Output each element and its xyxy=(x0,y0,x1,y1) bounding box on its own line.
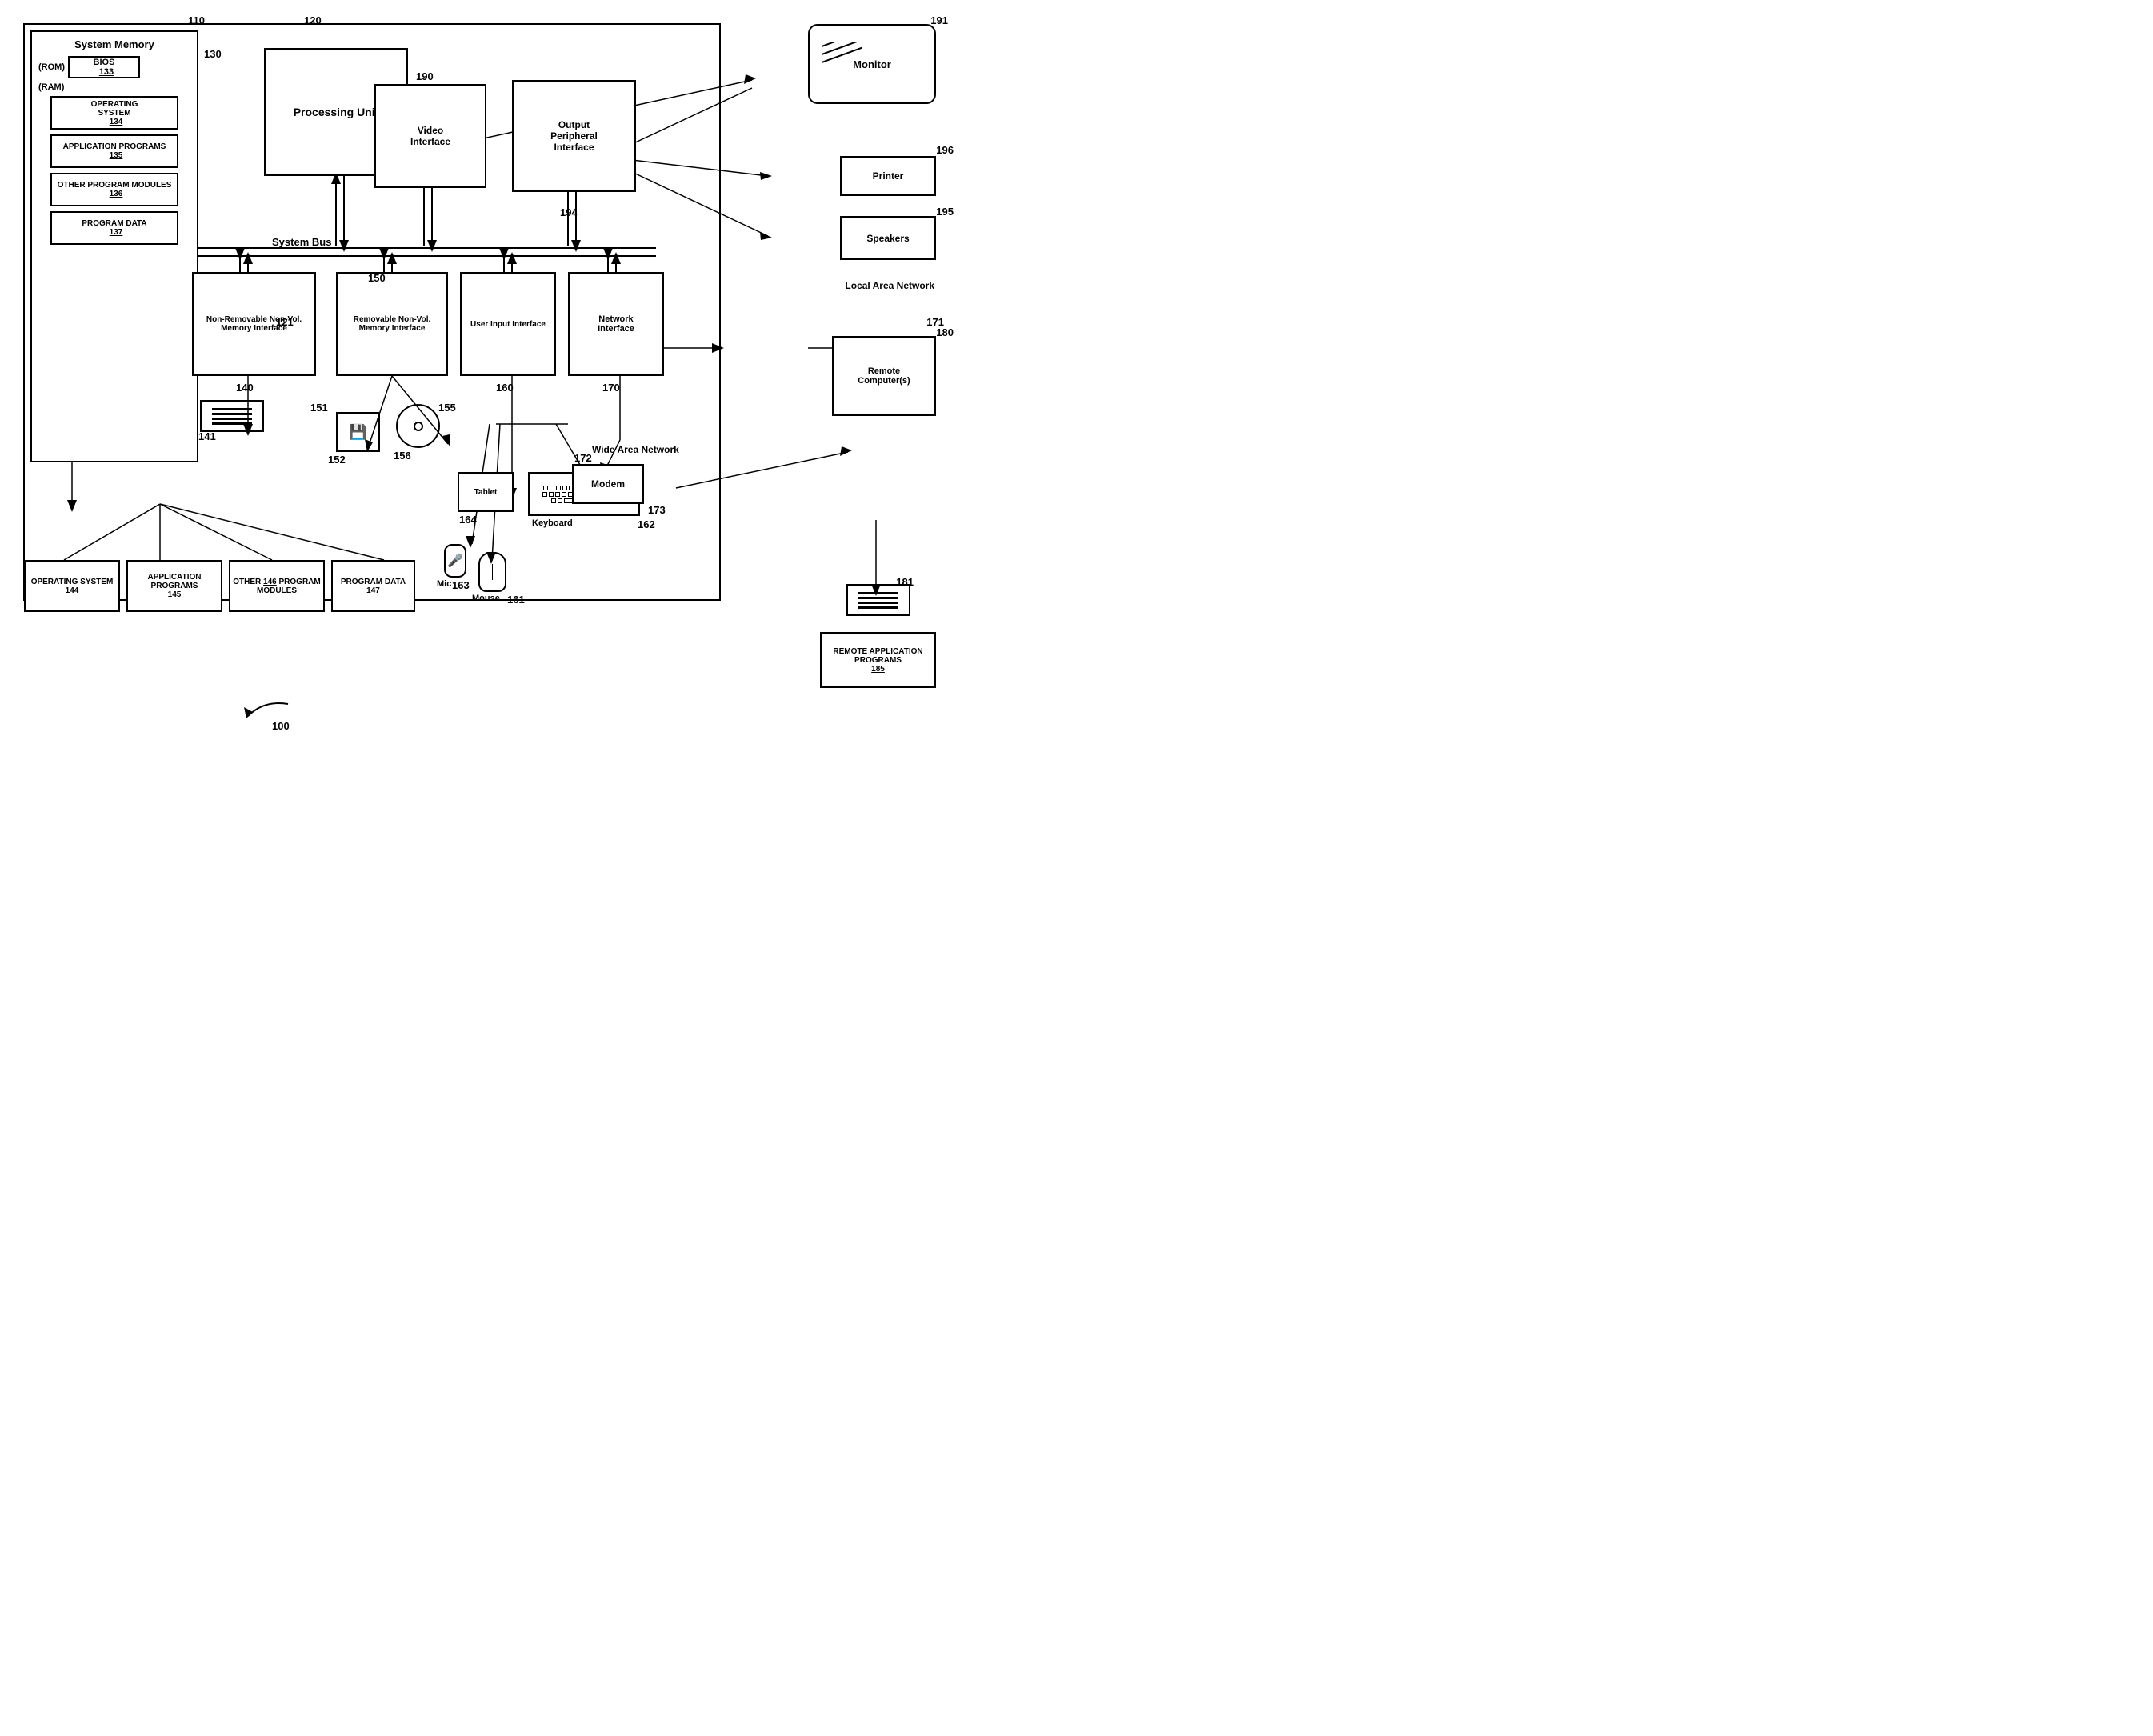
ref-160: 160 xyxy=(496,382,514,394)
ref-130: 130 xyxy=(204,48,222,60)
other-modules-bottom-box: OTHER 146 PROGRAM MODULES xyxy=(229,560,325,612)
non-removable-label: Non-Removable Non-Vol. Memory Interface xyxy=(194,315,314,333)
program-data-top-box: PROGRAM DATA 137 xyxy=(50,211,178,245)
mic-icon: 🎤 xyxy=(444,544,466,578)
other-modules-bottom-label: OTHER 146 PROGRAM MODULES xyxy=(230,578,323,595)
ref-163: 163 xyxy=(452,579,470,591)
user-input-label: User Input Interface xyxy=(470,320,546,329)
system-memory-title: System Memory xyxy=(74,38,154,50)
ref-151: 151 xyxy=(310,402,328,414)
wan-label: Wide Area Network xyxy=(592,444,679,455)
ref-195: 195 xyxy=(936,206,954,218)
non-removable-box: Non-Removable Non-Vol. Memory Interface xyxy=(192,272,316,376)
output-peripheral-box: Output Peripheral Interface xyxy=(512,80,636,192)
keyboard-label: Keyboard xyxy=(532,518,573,528)
other-modules-top-label: OTHER PROGRAM MODULES xyxy=(58,181,172,190)
ref-164: 164 xyxy=(459,514,477,526)
ref-140: 140 xyxy=(236,382,254,394)
ref-141: 141 xyxy=(198,430,216,442)
program-data-bottom-label: PROGRAM DATA xyxy=(341,578,406,586)
tablet-box: Tablet xyxy=(458,472,514,512)
rom-label: (ROM) xyxy=(38,62,65,72)
ref-162: 162 xyxy=(638,518,655,530)
processing-unit-label: Processing Unit xyxy=(294,106,379,118)
other-modules-top-box: OTHER PROGRAM MODULES 136 xyxy=(50,173,178,206)
ref-190: 190 xyxy=(416,70,434,82)
lan-label: Local Area Network xyxy=(845,280,934,291)
monitor-box: Monitor xyxy=(808,24,936,104)
diagram: 110 120 System Memory (ROM) BIOS 133 (RA… xyxy=(0,0,960,776)
remote-computer-box: Remote Computer(s) xyxy=(832,336,936,416)
bios-ref: 133 xyxy=(99,67,114,77)
floppy-icon: 💾 xyxy=(336,412,380,452)
mouse-label: Mouse xyxy=(472,594,500,603)
os-top-box: OPERATING SYSTEM 134 xyxy=(50,96,178,130)
bios-label: BIOS xyxy=(94,58,115,67)
ref-196: 196 xyxy=(936,144,954,156)
removable-label: Removable Non-Vol. Memory Interface xyxy=(338,315,446,333)
modem-box: Modem xyxy=(572,464,644,504)
program-data-top-label: PROGRAM DATA xyxy=(82,219,146,228)
remote-app-programs-label: REMOTE APPLICATION PROGRAMS xyxy=(822,647,934,665)
ram-label: (RAM) xyxy=(38,82,190,92)
ref-194: 194 xyxy=(560,206,578,218)
ref-156: 156 xyxy=(394,450,411,462)
remote-app-programs-box: REMOTE APPLICATION PROGRAMS 185 xyxy=(820,632,936,688)
ref-100: 100 xyxy=(272,720,290,732)
os-bottom-box: OPERATING SYSTEM 144 xyxy=(24,560,120,612)
system-bus-label: System Bus xyxy=(272,236,331,248)
printer-label: Printer xyxy=(873,170,904,182)
app-programs-top-label: APPLICATION PROGRAMS xyxy=(63,142,166,151)
ref-170: 170 xyxy=(602,382,620,394)
system-memory-container: System Memory (ROM) BIOS 133 (RAM) OPERA… xyxy=(30,30,198,462)
program-data-bottom-box: PROGRAM DATA 147 xyxy=(331,560,415,612)
printer-box: Printer xyxy=(840,156,936,196)
app-programs-bottom-label: APPLICATION PROGRAMS xyxy=(128,573,221,590)
ref-161: 161 xyxy=(507,594,525,606)
ref-191: 191 xyxy=(930,14,948,26)
app-programs-top-ref: 135 xyxy=(110,151,123,160)
os-top-label: OPERATING SYSTEM xyxy=(91,100,138,118)
os-bottom-ref: 144 xyxy=(66,586,79,595)
ref-155: 155 xyxy=(438,402,456,414)
cd-icon xyxy=(396,404,440,448)
output-peripheral-label: Output Peripheral Interface xyxy=(550,119,598,153)
mic-label: Mic xyxy=(437,579,451,589)
speakers-label: Speakers xyxy=(866,233,909,244)
app-programs-bottom-ref: 145 xyxy=(168,590,182,599)
video-interface-label: Video Interface xyxy=(410,125,450,147)
os-top-ref: 134 xyxy=(110,118,123,126)
removable-box: Removable Non-Vol. Memory Interface xyxy=(336,272,448,376)
app-programs-top-box: APPLICATION PROGRAMS 135 xyxy=(50,134,178,168)
ref-152: 152 xyxy=(328,454,346,466)
program-data-top-ref: 137 xyxy=(110,228,123,237)
other-modules-top-ref: 136 xyxy=(110,190,123,198)
network-interface-label: Network Interface xyxy=(598,314,634,334)
ref-180: 180 xyxy=(936,326,954,338)
mouse-icon xyxy=(478,552,506,592)
network-interface-box: Network Interface xyxy=(568,272,664,376)
video-interface-box: Video Interface xyxy=(374,84,486,188)
remote-hdd-icon xyxy=(846,584,910,616)
program-data-bottom-ref: 147 xyxy=(366,586,380,595)
ref-173: 173 xyxy=(648,504,666,516)
ref-120: 120 xyxy=(304,14,322,26)
bios-box: BIOS 133 xyxy=(68,56,140,78)
remote-app-ref: 185 xyxy=(871,665,885,674)
hdd-icon xyxy=(200,400,264,432)
tablet-label: Tablet xyxy=(474,488,498,497)
speakers-box: Speakers xyxy=(840,216,936,260)
ref-172: 172 xyxy=(574,452,592,464)
ref-110: 110 xyxy=(188,14,205,26)
user-input-box: User Input Interface xyxy=(460,272,556,376)
ref-181: 181 xyxy=(896,576,914,588)
ref-121: 121 xyxy=(276,316,294,328)
ref-150: 150 xyxy=(368,272,386,284)
remote-computer-label: Remote Computer(s) xyxy=(858,366,910,386)
os-bottom-label: OPERATING SYSTEM xyxy=(31,578,114,586)
modem-label: Modem xyxy=(591,478,625,490)
app-programs-bottom-box: APPLICATION PROGRAMS 145 xyxy=(126,560,222,612)
